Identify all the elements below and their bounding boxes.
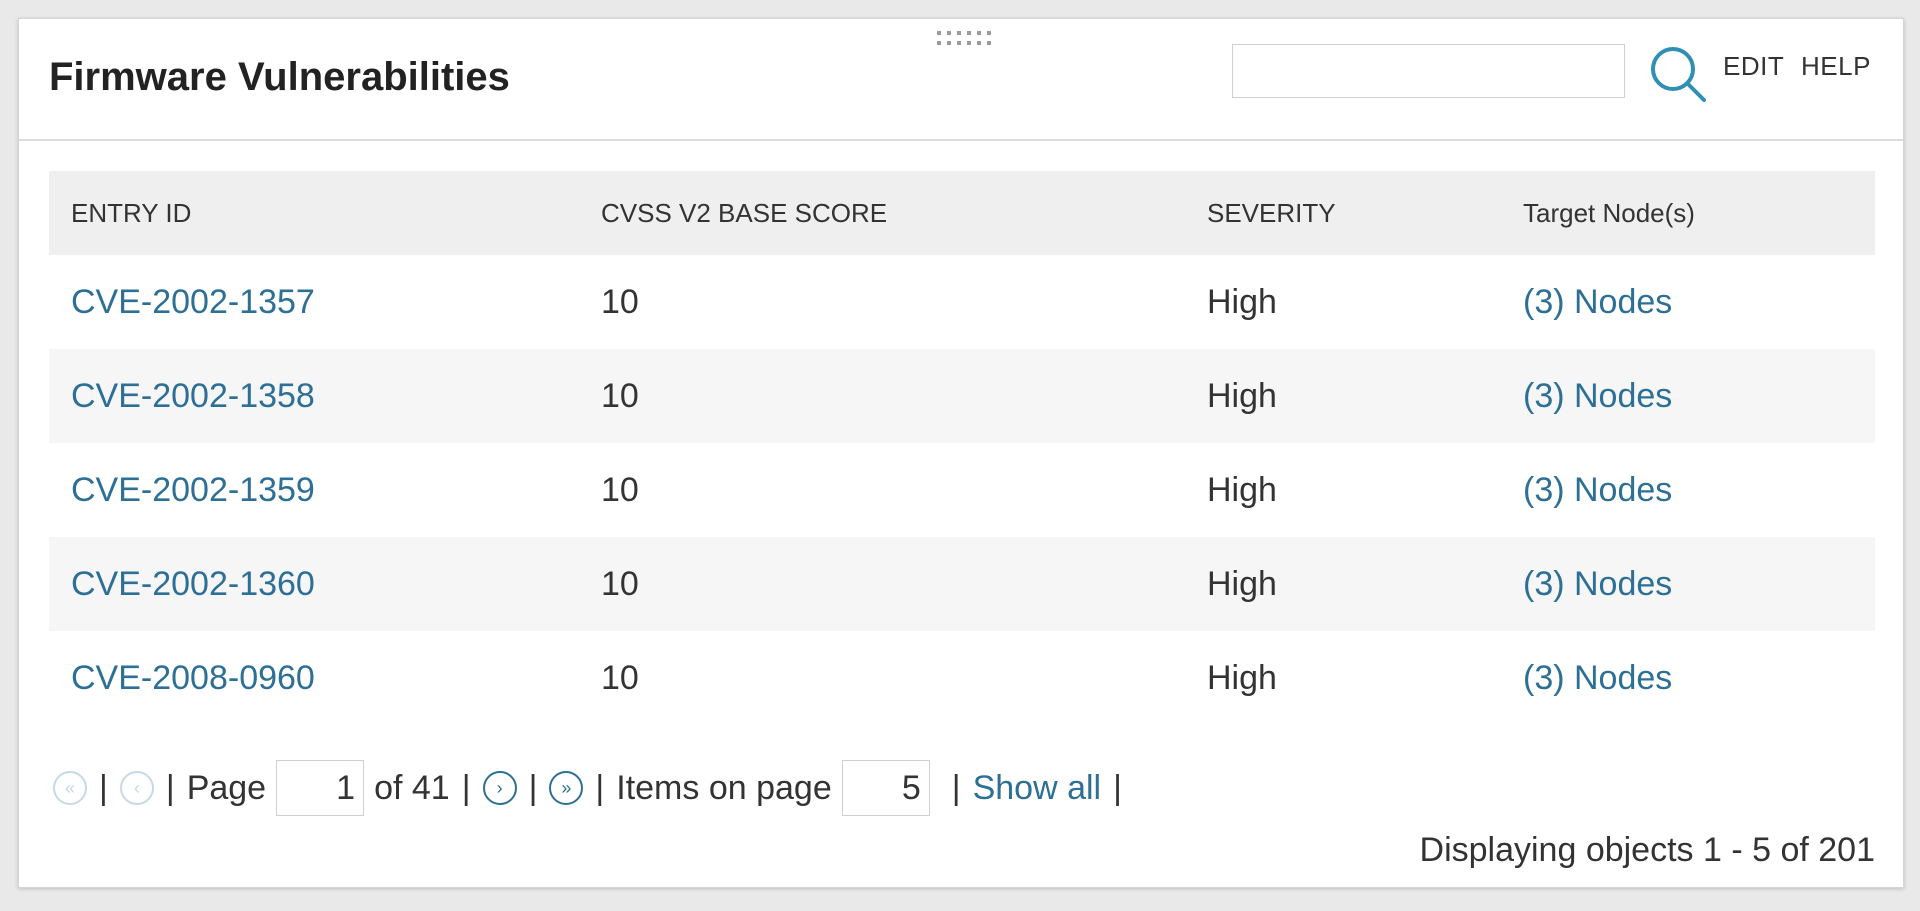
page-count-label: of 41 — [374, 768, 450, 807]
help-link[interactable]: HELP — [1801, 51, 1871, 82]
target-nodes-link[interactable]: (3) Nodes — [1523, 659, 1672, 697]
pager-separator: | — [461, 768, 471, 807]
cvss-score-cell: 10 — [579, 537, 1185, 631]
cvss-score-cell: 10 — [601, 658, 639, 697]
cvss-score-cell: 10 — [601, 470, 639, 509]
severity-cell: High — [1185, 537, 1501, 631]
items-per-page-input[interactable] — [841, 760, 930, 816]
column-header-entry-id[interactable]: ENTRY ID — [49, 171, 579, 255]
show-all-link[interactable]: Show all — [973, 769, 1102, 808]
table-header-row: ENTRY ID CVSS V2 BASE SCORE SEVERITY Tar… — [49, 171, 1875, 255]
pager-separator: | — [951, 768, 961, 807]
search-icon[interactable] — [1647, 43, 1709, 105]
cvss-score-cell: 10 — [579, 349, 1185, 443]
table-row: CVE-2002-1360 10 High (3) Nodes — [49, 537, 1875, 631]
column-header-severity[interactable]: SEVERITY — [1185, 171, 1501, 255]
entry-id-link[interactable]: CVE-2008-0960 — [71, 659, 315, 697]
column-header-cvss-score[interactable]: CVSS V2 BASE SCORE — [579, 171, 1185, 255]
pager-separator: | — [1113, 768, 1122, 807]
items-on-page-label: Items on page — [616, 768, 832, 807]
table-row: CVE-2008-0960 10 High (3) Nodes — [49, 631, 1875, 725]
page-number-input[interactable] — [276, 760, 365, 816]
entry-id-link[interactable]: CVE-2002-1357 — [71, 283, 315, 321]
double-chevron-right-icon[interactable]: » — [549, 771, 584, 805]
target-nodes-link[interactable]: (3) Nodes — [1523, 283, 1672, 321]
table-row: CVE-2002-1357 10 High (3) Nodes — [49, 255, 1875, 349]
widget-title: Firmware Vulnerabilities — [49, 55, 510, 99]
cvss-score-cell: 10 — [601, 282, 639, 321]
target-nodes-link[interactable]: (3) Nodes — [1523, 565, 1672, 603]
pager-separator: | — [165, 768, 175, 807]
page-label: Page — [186, 768, 267, 807]
entry-id-link[interactable]: CVE-2002-1360 — [71, 565, 315, 603]
search-input[interactable] — [1232, 44, 1625, 98]
target-nodes-link[interactable]: (3) Nodes — [1523, 471, 1672, 509]
firmware-vulnerabilities-widget: Firmware Vulnerabilities EDIT HELP ENTRY… — [18, 18, 1904, 888]
edit-link[interactable]: EDIT — [1723, 51, 1784, 82]
widget-header: Firmware Vulnerabilities EDIT HELP — [19, 19, 1903, 141]
table-row: CVE-2002-1358 10 High (3) Nodes — [49, 349, 1875, 443]
pager-separator: | — [99, 768, 108, 807]
severity-cell: High — [1185, 349, 1501, 443]
drag-handle-icon[interactable] — [937, 31, 997, 51]
pager-summary: Displaying objects 1 - 5 of 201 — [1419, 831, 1875, 869]
chevron-left-icon[interactable]: ‹ — [119, 771, 154, 805]
entry-id-link[interactable]: CVE-2002-1358 — [71, 377, 315, 415]
chevron-right-icon[interactable]: › — [482, 771, 517, 805]
pager-separator: | — [595, 768, 605, 807]
target-nodes-link[interactable]: (3) Nodes — [1523, 377, 1672, 415]
pager: « | ‹ | Page of 41 | › | » | Items on pa… — [53, 757, 1134, 819]
pager-separator: | — [528, 768, 538, 807]
vulnerabilities-table: ENTRY ID CVSS V2 BASE SCORE SEVERITY Tar… — [49, 171, 1875, 725]
column-header-target-nodes[interactable]: Target Node(s) — [1501, 171, 1875, 255]
double-chevron-left-icon[interactable]: « — [53, 771, 87, 805]
entry-id-link[interactable]: CVE-2002-1359 — [71, 471, 315, 509]
severity-cell: High — [1207, 658, 1277, 697]
severity-cell: High — [1207, 470, 1277, 509]
severity-cell: High — [1207, 282, 1277, 321]
table-row: CVE-2002-1359 10 High (3) Nodes — [49, 443, 1875, 537]
